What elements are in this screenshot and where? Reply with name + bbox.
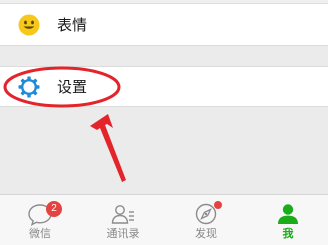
tab-discover[interactable]: 发现 <box>176 195 236 245</box>
person-icon <box>275 202 301 226</box>
unread-badge: 2 <box>46 201 62 217</box>
menu-item-label: 表情 <box>57 15 88 34</box>
gear-icon <box>18 76 40 98</box>
tab-label: 我 <box>282 227 294 240</box>
tab-label: 微信 <box>29 227 51 240</box>
tab-label: 通讯录 <box>106 227 140 240</box>
contacts-icon <box>110 202 136 226</box>
bottom-tab-bar: 2 微信 通讯录 发现 我 <box>0 194 328 245</box>
tab-chats[interactable]: 2 微信 <box>10 195 70 245</box>
pointer-arrow <box>90 114 126 182</box>
tab-contacts[interactable]: 通讯录 <box>93 195 153 245</box>
menu-item-label: 设置 <box>57 77 88 96</box>
tab-label: 发现 <box>195 227 217 240</box>
tab-me[interactable]: 我 <box>258 195 318 245</box>
menu-item-stickers[interactable]: 表情 <box>0 4 328 46</box>
smiley-icon <box>18 14 40 36</box>
menu-item-settings[interactable]: 设置 <box>0 66 328 107</box>
new-activity-dot <box>214 201 222 209</box>
